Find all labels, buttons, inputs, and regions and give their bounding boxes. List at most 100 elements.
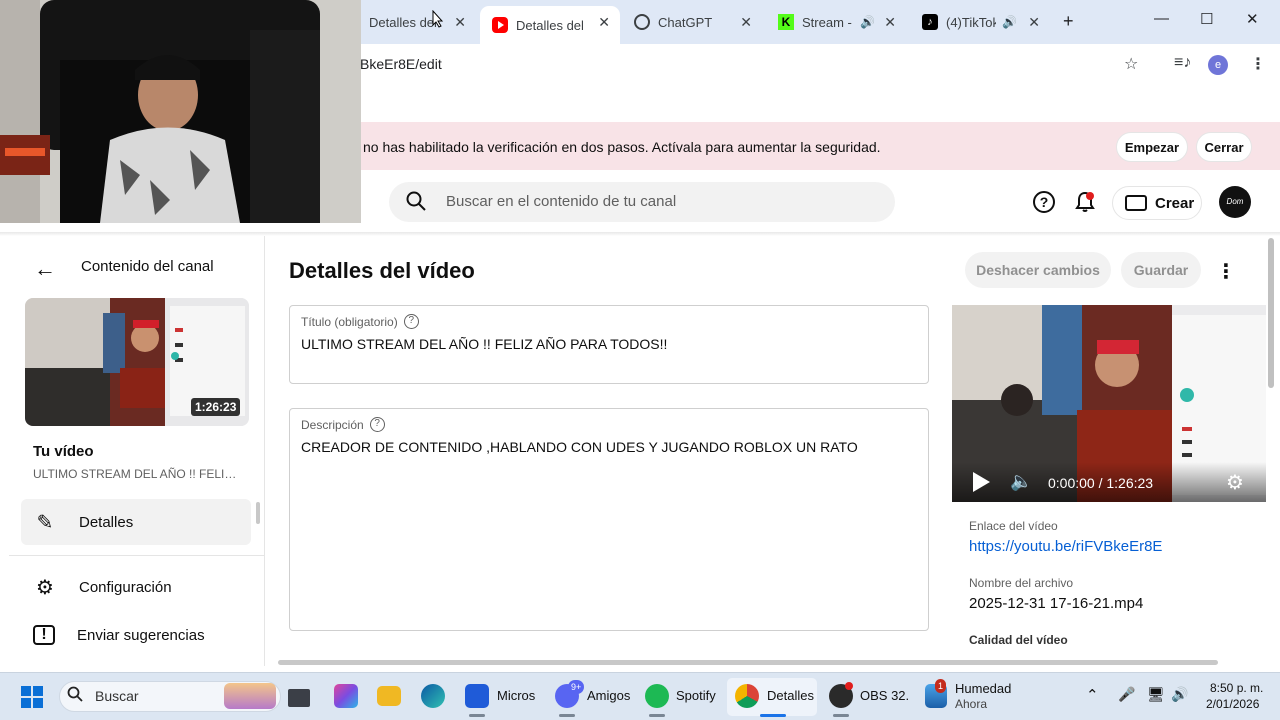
close-icon[interactable]: ✕ — [884, 14, 896, 31]
taskbar-search-text: Buscar — [95, 688, 139, 704]
tab-chatgpt[interactable]: ChatGPT ✕ — [622, 7, 762, 37]
speaker-icon[interactable]: 🔊 — [860, 15, 875, 29]
webcam-overlay — [0, 0, 361, 223]
network-icon[interactable]: 🖥 — [1147, 686, 1165, 703]
notification-badge: 9+ — [568, 680, 585, 694]
close-icon[interactable]: ✕ — [598, 14, 610, 31]
sidebar-item-feedback[interactable]: ! Enviar sugerencias — [21, 612, 251, 658]
start-button[interactable]: Empezar — [1116, 132, 1188, 162]
main-scrollbar[interactable] — [1268, 238, 1274, 388]
description-label-text: Descripción — [301, 417, 364, 432]
help-question-icon[interactable]: ? — [403, 314, 419, 329]
tab-kick-stream[interactable]: K Stream - 🔊 ✕ — [766, 7, 906, 37]
tab-label: Stream - — [802, 14, 852, 30]
title-field[interactable]: Título (obligatorio) ? ULTIMO STREAM DEL… — [289, 305, 929, 384]
app-active-indicator — [760, 714, 786, 717]
help-icon[interactable]: ? — [1033, 191, 1055, 213]
close-icon[interactable]: ✕ — [1028, 14, 1040, 31]
taskbar-app-label[interactable]: Detalles — [767, 688, 814, 703]
taskbar-app-label[interactable]: OBS 32. — [860, 688, 909, 703]
tab-studio-details[interactable]: Detalles del ✕ — [364, 7, 476, 37]
save-button[interactable]: Guardar — [1121, 252, 1201, 288]
description-value[interactable]: CREADOR DE CONTENIDO ,HABLANDO CON UDES … — [301, 439, 858, 455]
title-label-text: Título (obligatorio) — [301, 314, 398, 329]
youtube-icon — [492, 17, 508, 33]
more-options-icon[interactable]: ⋮ — [1216, 259, 1236, 284]
tab-label: Detalles del — [369, 14, 437, 30]
taskbar-app-label[interactable]: Micros — [497, 688, 535, 703]
media-controls-icon[interactable]: ≡♪ — [1174, 54, 1191, 72]
tab-label: ChatGPT — [658, 14, 713, 30]
task-view-icon[interactable] — [288, 689, 310, 707]
sidebar-item-settings[interactable]: ⚙ Configuración — [21, 564, 251, 610]
tab-tiktok[interactable]: ♪ (4)TikTok 🔊 ✕ — [910, 7, 1050, 37]
player-settings-gear-icon[interactable]: ⚙ — [1226, 470, 1244, 495]
window-close-button[interactable]: ✕ — [1246, 10, 1259, 28]
back-arrow-icon[interactable]: ← — [34, 256, 56, 282]
windows-start-icon[interactable] — [21, 686, 43, 708]
app-running-indicator — [559, 714, 575, 717]
title-value[interactable]: ULTIMO STREAM DEL AÑO !! FELIZ AÑO PARA … — [301, 336, 667, 352]
chatgpt-icon — [634, 14, 650, 30]
horizontal-scrollbar[interactable] — [278, 660, 1218, 665]
player-timecode: 0:00:00 / 1:26:23 — [1048, 475, 1154, 491]
close-banner-button[interactable]: Cerrar — [1196, 132, 1252, 162]
feedback-icon: ! — [33, 625, 55, 645]
notification-dot — [1086, 192, 1094, 200]
taskbar-app-label[interactable]: Amigos — [587, 688, 630, 703]
your-video-label: Tu vídeo — [33, 443, 94, 460]
video-link[interactable]: https://youtu.be/riFVBkeEr8E — [969, 538, 1162, 555]
your-video-title: ULTIMO STREAM DEL AÑO !! FELIZ AÑO PARA … — [33, 467, 243, 481]
description-field[interactable]: Descripción ? CREADOR DE CONTENIDO ,HABL… — [289, 408, 929, 631]
microsoft-store-icon[interactable] — [465, 684, 489, 708]
speaker-icon[interactable]: 🔊 — [1002, 15, 1017, 29]
undo-changes-button[interactable]: Deshacer cambios — [965, 252, 1111, 288]
duration-badge: 1:26:23 — [191, 398, 241, 416]
edge-browser-icon[interactable] — [421, 684, 445, 708]
channel-avatar[interactable]: Dom — [1219, 186, 1251, 218]
create-label: Crear — [1155, 194, 1195, 212]
notification-badge: 1 — [935, 679, 947, 693]
app-running-indicator — [649, 714, 665, 717]
file-explorer-icon[interactable] — [377, 686, 401, 706]
volume-icon[interactable]: 🔈 — [1010, 471, 1032, 492]
volume-icon[interactable]: 🔊 — [1171, 686, 1188, 703]
play-icon[interactable] — [973, 472, 990, 492]
chevron-up-icon[interactable]: ⌃ — [1086, 686, 1099, 704]
description-field-label: Descripción ? — [301, 417, 385, 432]
bookmark-star-icon[interactable]: ☆ — [1124, 54, 1138, 74]
close-icon[interactable]: ✕ — [454, 14, 466, 31]
app-running-indicator — [469, 714, 485, 717]
microsoft-365-icon[interactable] — [334, 684, 358, 708]
close-icon[interactable]: ✕ — [740, 14, 752, 31]
search-icon — [406, 191, 426, 211]
sidebar-title: Contenido del canal — [81, 258, 214, 275]
taskbar-app-label[interactable]: Spotify — [676, 688, 716, 703]
profile-avatar[interactable]: e — [1208, 55, 1228, 75]
sidebar-divider — [9, 555, 264, 556]
video-link-label: Enlace del vídeo — [969, 519, 1058, 533]
weather-title: Humedad — [955, 681, 1012, 696]
sidebar-item-label: Detalles — [79, 513, 134, 531]
clock-time[interactable]: 8:50 p. m. — [1210, 681, 1263, 695]
spotify-icon[interactable] — [645, 684, 669, 708]
address-bar-url[interactable]: BkeEr8E/edit — [360, 56, 442, 72]
page-title: Detalles del vídeo — [289, 258, 475, 283]
tab-video-details-active[interactable]: Detalles del v ✕ — [480, 6, 620, 44]
sidebar-item-details[interactable]: ✎ Detalles — [21, 499, 251, 545]
create-button[interactable]: Crear — [1112, 186, 1202, 220]
pencil-icon: ✎ — [36, 511, 54, 534]
help-question-icon[interactable]: ? — [369, 417, 385, 432]
browser-menu-icon[interactable]: ⋮ — [1250, 54, 1266, 74]
video-quality-label: Calidad del vídeo — [969, 633, 1068, 647]
maximize-button[interactable]: ☐ — [1200, 10, 1213, 28]
tab-label: (4)TikTok — [946, 14, 996, 30]
chrome-icon[interactable] — [735, 684, 759, 708]
microphone-icon[interactable]: 🎤 — [1118, 686, 1135, 703]
sidebar-scrollbar[interactable] — [256, 502, 260, 524]
filename-value: 2025-12-31 17-16-21.mp4 — [969, 595, 1144, 612]
clock-date[interactable]: 2/01/2026 — [1206, 697, 1259, 711]
search-highlight-image — [224, 683, 276, 709]
new-tab-button[interactable]: + — [1063, 11, 1074, 32]
minimize-button[interactable]: — — [1154, 10, 1169, 27]
